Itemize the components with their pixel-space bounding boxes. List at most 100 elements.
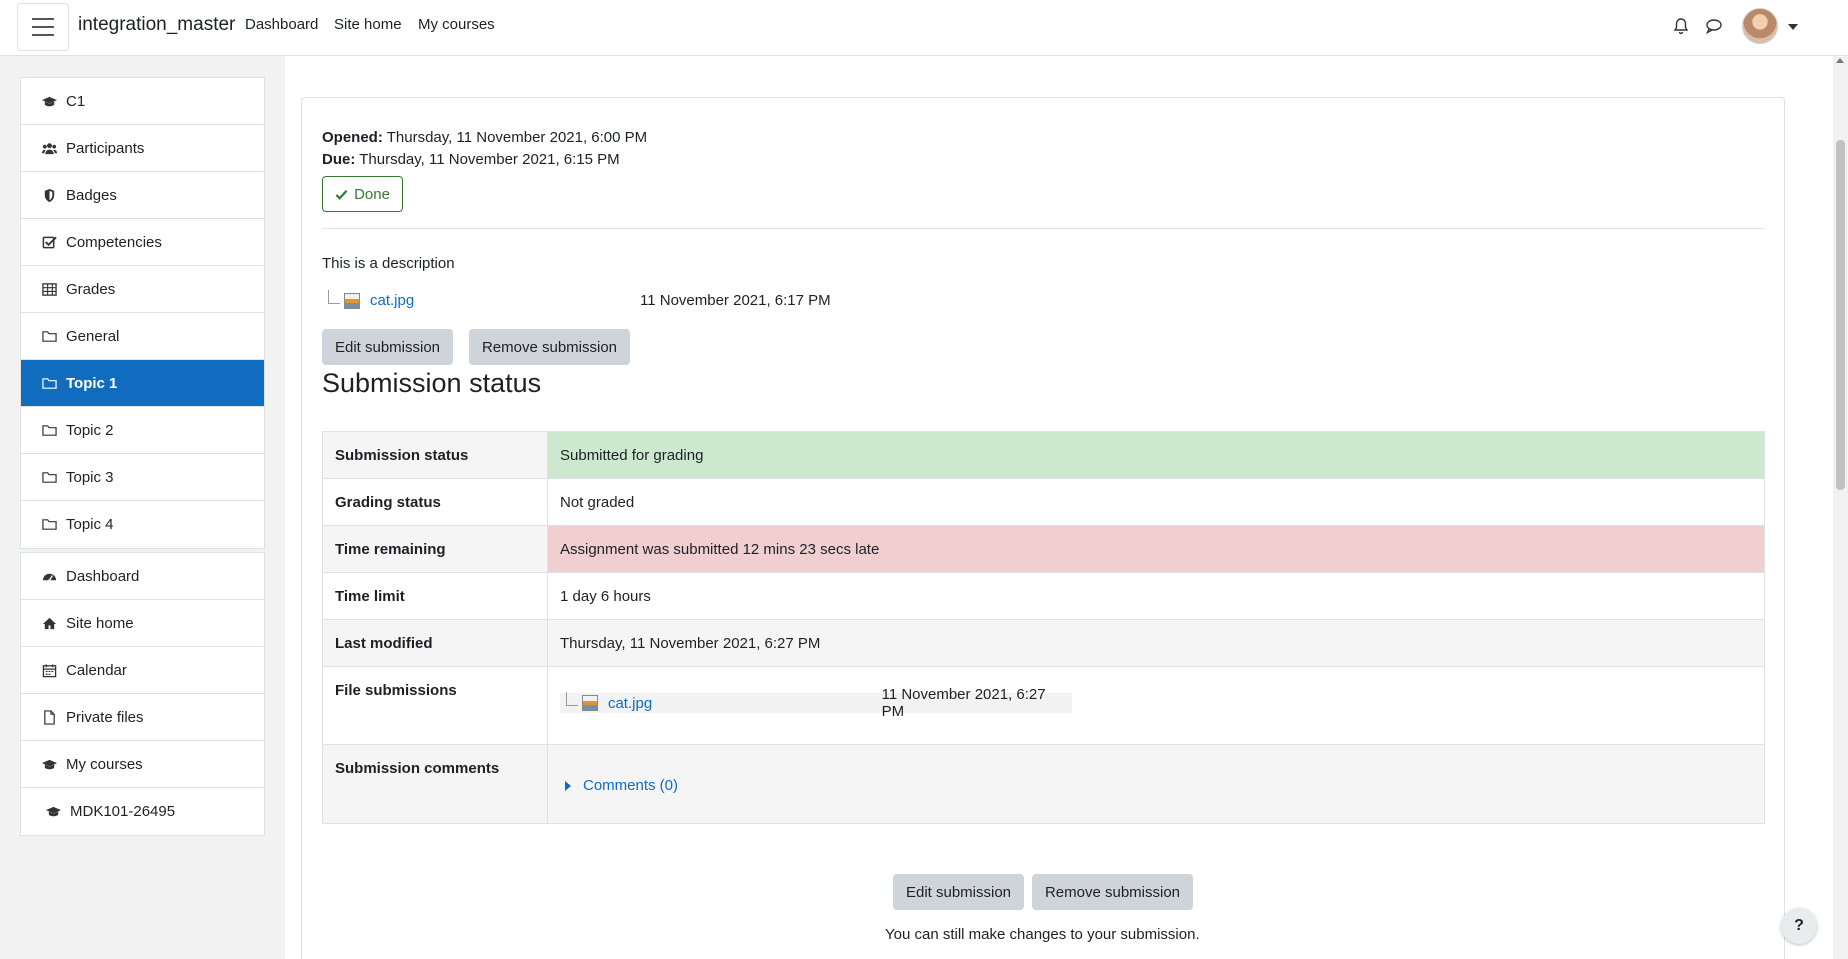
user-avatar[interactable] [1742, 8, 1778, 44]
sidebar-item-site-home[interactable]: Site home [21, 600, 264, 647]
graduation-cap-icon [41, 756, 57, 772]
shield-icon [41, 187, 57, 203]
caret-right-icon [565, 780, 571, 791]
graduation-cap-icon [45, 804, 61, 820]
attachment-date: 11 November 2021, 6:17 PM [640, 292, 831, 309]
users-icon [41, 140, 57, 156]
sidebar-item-label: Participants [66, 139, 145, 157]
opened-date: Opened: Thursday, 11 November 2021, 6:00… [322, 129, 647, 146]
sidebar-item-topic-3[interactable]: Topic 3 [21, 454, 264, 501]
remove-submission-button-bottom[interactable]: Remove submission [1032, 874, 1193, 910]
sidebar-item-topic-1[interactable]: Topic 1 [21, 360, 264, 407]
sidebar-item-label: Site home [66, 614, 134, 632]
menu-icon[interactable] [17, 3, 69, 51]
sidebar-item-my-courses[interactable]: My courses [21, 741, 264, 788]
row-key: Time remaining [335, 540, 446, 558]
scroll-thumb[interactable] [1836, 140, 1845, 490]
sidebar-item-label: Topic 4 [66, 516, 114, 533]
left-drawer: C1 Participants Badges Competencies Grad… [0, 56, 285, 959]
section-title: Submission status [322, 368, 542, 398]
sidebar-item-label: Topic 3 [66, 468, 114, 486]
sidebar-item-label: Competencies [66, 233, 162, 251]
row-key: Submission comments [335, 760, 500, 777]
table-row: Time remaining Assignment was submitted … [322, 525, 1765, 573]
folder-icon [41, 422, 57, 438]
opened-label: Opened: [322, 129, 383, 146]
calendar-icon [41, 662, 57, 678]
table-row: File submissions cat.jpg 11 November 202… [322, 666, 1765, 745]
done-label: Done [354, 185, 390, 203]
edit-submission-button[interactable]: Edit submission [322, 329, 453, 365]
sidebar-item-dashboard[interactable]: Dashboard [21, 553, 264, 600]
home-icon [41, 615, 57, 631]
edit-note: You can still make changes to your submi… [885, 926, 1200, 943]
submitted-file-date: 11 November 2021, 6:27 PM [881, 686, 1046, 720]
row-value: Assignment was submitted 12 mins 23 secs… [560, 540, 880, 558]
sidebar-item-label: Dashboard [66, 567, 140, 585]
table-row: Grading status Not graded [322, 478, 1765, 526]
check-square-icon [41, 234, 57, 250]
sidebar-item-label: Private files [66, 708, 144, 726]
sidebar-item-topic-4[interactable]: Topic 4 [21, 501, 264, 548]
comments-toggle[interactable]: Comments (0) [560, 777, 1752, 794]
attachment-link[interactable]: cat.jpg [370, 292, 414, 309]
scrollbar[interactable] [1833, 56, 1848, 959]
row-key: Grading status [335, 493, 441, 511]
top-navbar: integration_master Dashboard Site home M… [0, 0, 1848, 56]
submitted-file: cat.jpg 11 November 2021, 6:27 PM [560, 686, 1072, 720]
sidebar-item-topic-2[interactable]: Topic 2 [21, 407, 264, 454]
opened-value: Thursday, 11 November 2021, 6:00 PM [386, 129, 648, 146]
table-row: Submission status Submitted for grading [322, 431, 1765, 479]
nav-site-home[interactable]: Site home [334, 16, 402, 33]
sidebar-item-label: C1 [66, 92, 86, 110]
folder-icon [41, 469, 57, 485]
sidebar-item-participants[interactable]: Participants [21, 125, 264, 172]
folder-icon [41, 328, 57, 344]
site-brand[interactable]: integration_master [78, 14, 235, 36]
tachometer-icon [41, 568, 57, 584]
nav-my-courses[interactable]: My courses [418, 16, 495, 33]
attachment-row: cat.jpg [328, 289, 414, 309]
bell-icon[interactable] [1671, 16, 1691, 36]
table-row: Submission comments Comments (0) [322, 744, 1765, 824]
row-value: Thursday, 11 November 2021, 6:27 PM [560, 634, 821, 652]
nav-dashboard[interactable]: Dashboard [245, 16, 318, 33]
assignment-description: This is a description [322, 255, 455, 272]
row-key: Submission status [335, 446, 469, 464]
image-file-icon [581, 695, 598, 711]
scroll-up-icon[interactable] [1836, 58, 1844, 63]
due-label: Due: [322, 151, 356, 168]
help-button[interactable]: ? [1781, 908, 1817, 944]
sidebar-item-label: Grades [66, 280, 116, 298]
sidebar-item-general[interactable]: General [21, 313, 264, 360]
site-nav: Dashboard Site home Calendar Private fil… [20, 552, 265, 836]
sidebar-item-label: Calendar [66, 661, 127, 679]
sidebar-item-private-files[interactable]: Private files [21, 694, 264, 741]
submission-status-table: Submission status Submitted for grading … [322, 431, 1765, 824]
sidebar-item-mdk101[interactable]: MDK101-26495 [21, 788, 264, 835]
sidebar-item-competencies[interactable]: Competencies [21, 219, 264, 266]
sidebar-item-badges[interactable]: Badges [21, 172, 264, 219]
tree-branch [328, 289, 340, 304]
course-nav: C1 Participants Badges Competencies Grad… [20, 77, 265, 549]
edit-submission-button-bottom[interactable]: Edit submission [893, 874, 1024, 910]
chat-icon[interactable] [1704, 16, 1724, 36]
submitted-file-link[interactable]: cat.jpg [608, 695, 882, 712]
tree-branch [566, 692, 578, 706]
row-key: Time limit [335, 587, 405, 605]
row-value: 1 day 6 hours [560, 587, 651, 605]
row-key: File submissions [335, 682, 457, 699]
sidebar-item-grades[interactable]: Grades [21, 266, 264, 313]
remove-submission-button[interactable]: Remove submission [469, 329, 630, 365]
due-value: Thursday, 11 November 2021, 6:15 PM [359, 151, 620, 168]
row-value: Not graded [560, 493, 635, 511]
folder-icon [41, 517, 57, 533]
due-date: Due: Thursday, 11 November 2021, 6:15 PM [322, 151, 620, 168]
sidebar-item-label: Topic 2 [66, 421, 114, 439]
comments-link[interactable]: Comments (0) [583, 777, 678, 794]
sidebar-item-label: Badges [66, 186, 117, 204]
sidebar-item-label: My courses [66, 755, 143, 773]
sidebar-item-calendar[interactable]: Calendar [21, 647, 264, 694]
caret-down-icon[interactable] [1788, 24, 1798, 30]
sidebar-item-c1[interactable]: C1 [21, 78, 264, 125]
